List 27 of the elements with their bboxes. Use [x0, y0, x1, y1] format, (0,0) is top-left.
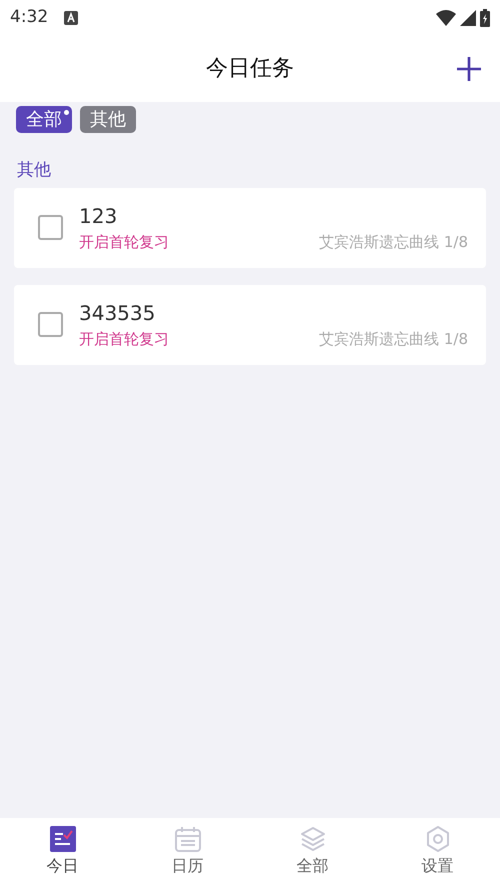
calendar-icon — [174, 826, 200, 852]
checklist-icon — [50, 826, 76, 852]
checkbox[interactable] — [38, 215, 63, 240]
settings-icon — [424, 826, 450, 852]
page-title: 今日任务 — [206, 55, 294, 83]
keyboard-icon — [64, 10, 78, 24]
task-name: 343535 — [79, 300, 156, 328]
checkbox[interactable] — [38, 312, 63, 337]
signal-icon — [460, 10, 476, 26]
review-link[interactable]: 开启首轮复习 — [79, 328, 169, 351]
nav-tab[interactable]: 日历 — [125, 818, 250, 888]
filter-chip[interactable]: 全部 — [16, 106, 72, 133]
schedule-label: 艾宾浩斯遗忘曲线 1/8 — [319, 329, 468, 350]
task-name: 123 — [79, 203, 118, 230]
schedule-label: 艾宾浩斯遗忘曲线 1/8 — [319, 232, 468, 254]
nav-tab[interactable]: 设置 — [375, 818, 500, 888]
filter-chip[interactable]: 其他 — [80, 106, 136, 133]
battery-icon — [480, 8, 490, 26]
nav-tab[interactable]: 全部 — [250, 818, 375, 888]
nav-tab[interactable]: 今日 — [0, 818, 125, 888]
section-title: 其他 — [16, 159, 52, 182]
status-time: 4:32 — [10, 6, 48, 29]
add-button[interactable] — [456, 56, 482, 82]
review-link[interactable]: 开启首轮复习 — [79, 231, 169, 254]
add-icon — [456, 56, 482, 82]
wifi-icon — [436, 10, 456, 26]
layers-icon — [300, 826, 326, 852]
